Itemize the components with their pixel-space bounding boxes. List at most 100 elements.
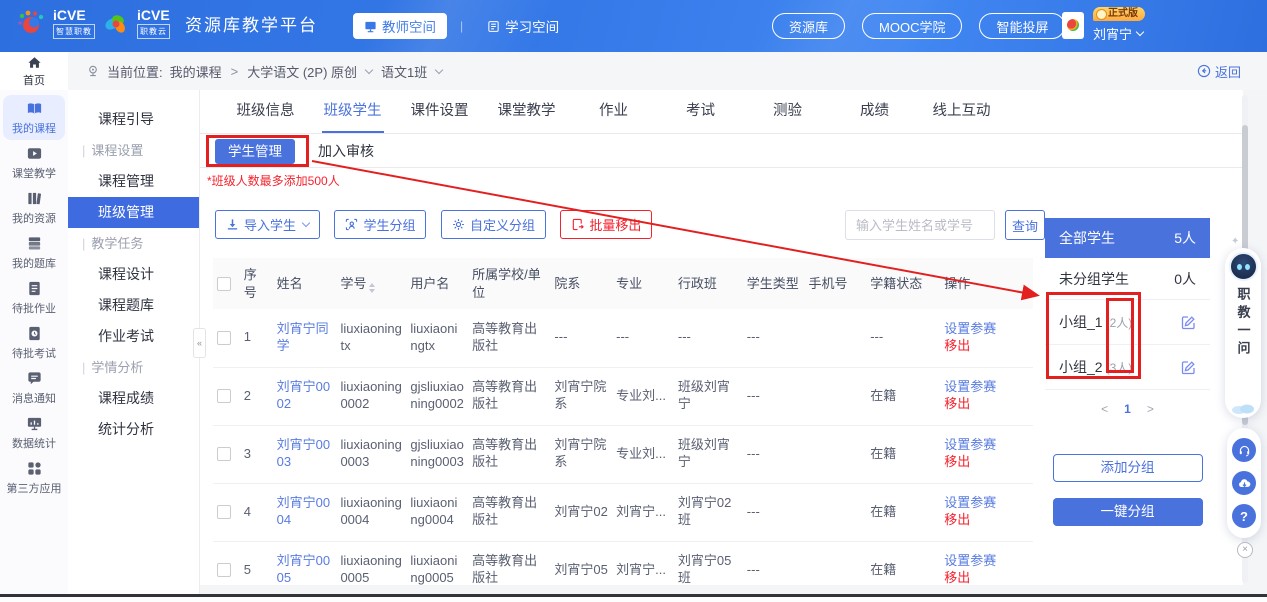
add-group-button[interactable]: 添加分组 (1053, 454, 1203, 482)
sidebar-item-third-party-apps[interactable]: 第三方应用 (3, 455, 65, 500)
app-doc-icon[interactable] (1062, 12, 1084, 39)
row-checkbox[interactable] (217, 447, 231, 461)
sidebar-item-data-statistics[interactable]: 数据统计 (3, 410, 65, 455)
cell-name-link[interactable]: 刘宵宁0004 (273, 483, 337, 541)
batch-remove-button[interactable]: 批量移出 (560, 210, 652, 239)
class-tab[interactable]: 课件设置 (396, 90, 483, 133)
course-menu-item[interactable]: 课程成绩 (68, 383, 199, 414)
cell-name-link[interactable]: 刘宵宁0002 (273, 367, 337, 425)
breadcrumb-course-dropdown[interactable]: 大学语文 (2P) 原创 (247, 62, 357, 81)
customer-service-button[interactable] (1232, 438, 1256, 462)
class-tab[interactable]: 成绩 (831, 90, 918, 133)
remove-link[interactable]: 移出 (944, 454, 1029, 471)
set-contest-link[interactable]: 设置参赛 (944, 553, 1029, 570)
ungrouped-students-row[interactable]: 未分组学生 0人 (1045, 258, 1210, 300)
sort-icon[interactable] (369, 283, 375, 293)
all-students-row[interactable]: 全部学生 5人 (1045, 218, 1210, 258)
remove-link[interactable]: 移出 (944, 570, 1029, 585)
link-mooc-academy[interactable]: MOOC学院 (862, 13, 962, 39)
exam-doc-icon (26, 325, 43, 342)
cell-name-link[interactable]: 刘宵宁0003 (273, 425, 337, 483)
location-icon (86, 64, 100, 78)
select-all-checkbox[interactable] (217, 277, 231, 291)
class-tab[interactable]: 班级信息 (222, 90, 309, 133)
class-tab[interactable]: 测验 (744, 90, 831, 133)
chevron-down-icon (302, 219, 310, 227)
learning-space-button[interactable]: 学习空间 (476, 13, 570, 39)
sidebar-item-my-courses[interactable]: 我的课程 (3, 95, 65, 140)
course-menu-item[interactable]: 班级管理 (68, 197, 199, 228)
all-students-label: 全部学生 (1059, 228, 1115, 248)
breadcrumb-my-courses[interactable]: 我的课程 (170, 62, 222, 81)
class-tab[interactable]: 作业 (570, 90, 657, 133)
col-student-id[interactable]: 学号 (336, 258, 406, 309)
cell-department: 刘宵宁院系 (550, 367, 612, 425)
user-menu[interactable]: 刘宵宁 (1093, 24, 1143, 43)
cell-name-link[interactable]: 刘宵宁0005 (273, 541, 337, 585)
class-tab[interactable]: 班级学生 (309, 90, 396, 133)
close-widget-button[interactable]: × (1237, 542, 1253, 558)
group-row[interactable]: 小组_1 (2人) (1045, 300, 1210, 345)
class-tab[interactable]: 线上互动 (918, 90, 1005, 133)
menu-collapse-handle[interactable]: « (193, 328, 206, 358)
import-students-button[interactable]: 导入学生 (215, 210, 320, 239)
row-checkbox[interactable] (217, 563, 231, 577)
assistant-widget[interactable]: 职教一问 (1225, 248, 1261, 418)
course-menu-item[interactable]: 学情分析 (68, 352, 199, 383)
course-menu-item[interactable]: 课程管理 (68, 166, 199, 197)
student-search-input[interactable] (845, 210, 995, 240)
edit-group-button[interactable] (1181, 315, 1196, 330)
assistant-label: 职教一问 (1237, 287, 1250, 359)
remove-link[interactable]: 移出 (944, 512, 1029, 529)
course-menu-item[interactable]: 课程设置 (68, 135, 199, 166)
subtab-join-review[interactable]: 加入审核 (318, 139, 374, 164)
class-tab[interactable]: 课堂教学 (483, 90, 570, 133)
learning-space-icon (487, 20, 500, 33)
link-resource-library[interactable]: 资源库 (772, 13, 845, 39)
course-menu-item[interactable]: 课程题库 (68, 290, 199, 321)
student-group-button[interactable]: 学生分组 (334, 210, 426, 239)
sidebar-item-my-resources[interactable]: 我的资源 (3, 185, 65, 230)
breadcrumb-class-dropdown[interactable]: 语文1班 (381, 62, 427, 81)
custom-group-button[interactable]: 自定义分组 (441, 210, 546, 239)
class-tab[interactable]: 考试 (657, 90, 744, 133)
cell-admin-class: 班级刘宵宁 (674, 367, 743, 425)
row-checkbox[interactable] (217, 331, 231, 345)
edit-group-button[interactable] (1181, 360, 1196, 375)
sidebar-item-my-question-bank[interactable]: 我的题库 (3, 230, 65, 275)
set-contest-link[interactable]: 设置参赛 (944, 437, 1029, 454)
course-menu-item[interactable]: 课程引导 (68, 104, 199, 135)
download-button[interactable] (1232, 471, 1256, 495)
row-checkbox[interactable] (217, 389, 231, 403)
table-header-row: 序号 姓名 学号 用户名 所属学校/单位 院系 专业 行政班 学生类型 手机号 … (213, 258, 1033, 309)
sidebar-item-pending-exams[interactable]: 待批考试 (3, 320, 65, 365)
remove-link[interactable]: 移出 (944, 338, 1029, 355)
sidebar-item-home[interactable]: 首页 (0, 52, 68, 90)
remove-link[interactable]: 移出 (944, 396, 1029, 413)
course-menu-item[interactable]: 统计分析 (68, 414, 199, 445)
back-button[interactable]: 返回 (1197, 62, 1241, 81)
set-contest-link[interactable]: 设置参赛 (944, 321, 1029, 338)
sidebar-item-notifications[interactable]: 消息通知 (3, 365, 65, 410)
teacher-space-button[interactable]: 教师空间 (353, 13, 447, 39)
course-menu-item[interactable]: 作业考试 (68, 321, 199, 352)
group-row[interactable]: 小组_2 (3人) (1045, 345, 1210, 390)
course-menu-item[interactable]: 课程设计 (68, 259, 199, 290)
cell-phone (805, 309, 867, 367)
page-next[interactable]: > (1147, 402, 1154, 416)
sidebar-item-classroom-teaching[interactable]: 课堂教学 (3, 140, 65, 185)
set-contest-link[interactable]: 设置参赛 (944, 379, 1029, 396)
set-contest-link[interactable]: 设置参赛 (944, 495, 1029, 512)
course-menu-item[interactable]: 教学任务 (68, 228, 199, 259)
auto-group-button[interactable]: 一键分组 (1053, 498, 1203, 526)
page-prev[interactable]: < (1101, 402, 1108, 416)
help-button[interactable]: ? (1232, 504, 1256, 528)
doc-export-icon (571, 218, 584, 231)
subtab-student-manage[interactable]: 学生管理 (215, 139, 295, 164)
sidebar-item-pending-homework[interactable]: 待批作业 (3, 275, 65, 320)
search-button[interactable]: 查询 (1005, 210, 1045, 240)
page-current[interactable]: 1 (1124, 402, 1131, 416)
row-checkbox[interactable] (217, 505, 231, 519)
link-smart-casting[interactable]: 智能投屏 (979, 13, 1065, 39)
cell-name-link[interactable]: 刘宵宁同学 (273, 309, 337, 367)
